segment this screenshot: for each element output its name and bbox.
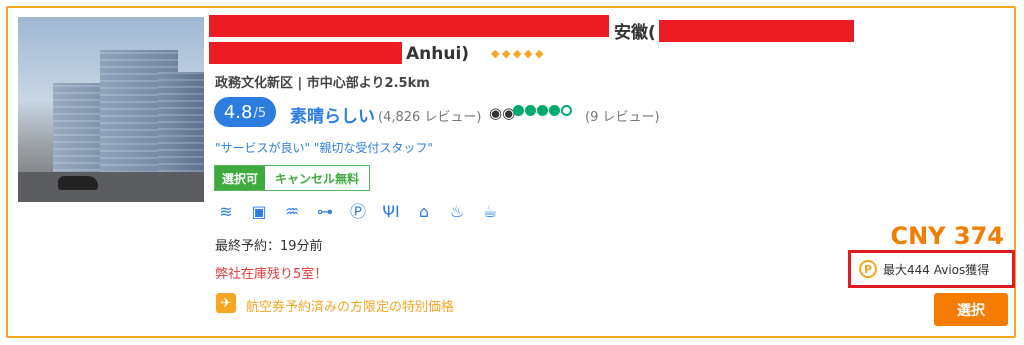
review-count[interactable]: (4,826 レビュー)	[378, 106, 482, 125]
parking-icon: Ⓟ	[349, 202, 366, 221]
redaction-bar	[209, 15, 609, 37]
photo-building	[53, 83, 103, 178]
wifi-icon: ≋	[219, 202, 233, 221]
gym-icon: ⊶	[317, 202, 333, 221]
score-value: 4.8	[223, 101, 253, 123]
tripadvisor-review-count[interactable]: (9 レビュー)	[585, 106, 660, 125]
score-max: /5	[253, 106, 267, 121]
hotel-price: CNY 374	[890, 222, 1004, 250]
diamond-icon: ◆	[502, 47, 511, 60]
amenity-icons: ≋ ▣ ♒ ⊶ Ⓟ ΨΙ ⌂ ♨ ☕	[216, 203, 500, 221]
plane-icon: ✈	[216, 293, 236, 313]
avios-earn-box: P 最大444 Avios獲得	[848, 250, 1015, 288]
select-button[interactable]: 選択	[934, 293, 1008, 326]
photo-road	[18, 172, 204, 202]
hotel-name-part2[interactable]: Anhui)	[406, 44, 469, 64]
star-rating: ◆ ◆ ◆ ◆ ◆	[491, 47, 545, 60]
diamond-icon: ◆	[524, 47, 533, 60]
booking-tags: 選択可 キャンセル無料	[214, 165, 371, 191]
guest-highlights: "サービスが良い" "親切な受付スタッフ"	[215, 141, 433, 155]
rating-dot-filled	[513, 105, 524, 116]
tag-selectable: 選択可	[215, 166, 266, 190]
tripadvisor-owl-icon: ◉◉	[489, 104, 516, 122]
hotel-location: 政務文化新区 | 市中心部より2.5km	[215, 76, 430, 91]
diamond-icon: ◆	[513, 47, 522, 60]
pool-icon: ♒	[284, 202, 300, 221]
rating-word[interactable]: 素晴らしい	[290, 102, 375, 127]
photo-building	[158, 72, 204, 172]
bus-icon: ▣	[251, 202, 267, 221]
hotel-name-part1[interactable]: 安徽(	[614, 18, 656, 43]
rating-dot-filled	[549, 105, 560, 116]
front-desk-24h-icon: ⌂	[418, 202, 430, 221]
coffee-icon: ☕	[482, 202, 498, 221]
avios-earn-text: 最大444 Avios獲得	[883, 262, 990, 277]
spa-icon: ♨	[449, 202, 465, 221]
last-booking: 最終予約：19分前	[215, 239, 323, 254]
special-price-note[interactable]: 航空券予約済みの方限定の特別価格	[246, 296, 454, 315]
rating-dot-filled	[525, 105, 536, 116]
rating-dot-filled	[537, 105, 548, 116]
photo-car	[58, 176, 98, 190]
rooms-left-alert: 弊社在庫残り5室！	[215, 267, 328, 282]
review-score-badge[interactable]: 4.8/5	[214, 97, 276, 127]
tripadvisor-rating-dots	[513, 105, 572, 116]
diamond-icon: ◆	[491, 47, 500, 60]
redaction-bar	[209, 42, 402, 64]
avios-points-icon: P	[859, 260, 877, 278]
restaurant-icon: ΨΙ	[382, 202, 400, 221]
redaction-bar	[659, 20, 854, 42]
rating-dot-empty	[561, 105, 572, 116]
tag-free-cancellation: キャンセル無料	[265, 166, 370, 190]
hotel-photo[interactable]	[18, 17, 204, 202]
diamond-icon: ◆	[535, 47, 544, 60]
